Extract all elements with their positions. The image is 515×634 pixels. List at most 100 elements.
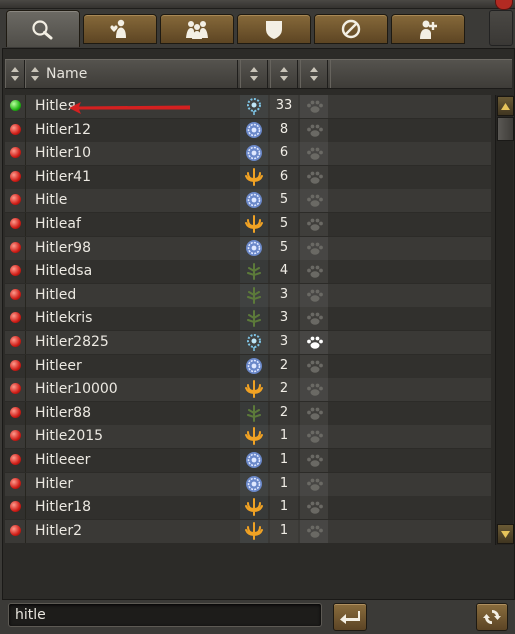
player-row[interactable]: Hitled 3 [5, 284, 491, 307]
friend-paw-icon [307, 147, 323, 160]
player-row[interactable]: Hitledsa 4 [5, 260, 491, 283]
scroll-thumb[interactable] [497, 117, 514, 141]
clan-trident-icon [245, 498, 263, 516]
sort-icon [280, 67, 288, 81]
player-row[interactable]: Hitleeer 1 [5, 449, 491, 472]
player-list: Hitleя 33 Hitler12 8 Hitler10 6 Hitler41 6 Hitle… [5, 95, 491, 545]
player-row[interactable]: Hitler18 1 [5, 496, 491, 519]
block-icon [341, 19, 361, 39]
scroll-up-button[interactable] [497, 96, 514, 116]
friend-paw-icon [307, 407, 323, 420]
player-name: Hitler18 [35, 499, 91, 515]
player-level: 2 [279, 381, 289, 396]
clan-round-icon [246, 192, 262, 208]
friend-paw-icon [307, 454, 323, 467]
status-offline-icon [10, 124, 21, 135]
enter-button[interactable] [333, 603, 367, 631]
magnifier-icon [32, 20, 53, 40]
clan-round-icon [246, 358, 262, 374]
player-name: Hitler98 [35, 240, 91, 256]
tab-bar [6, 10, 486, 48]
tab-add[interactable] [391, 14, 465, 44]
refresh-button[interactable] [476, 603, 508, 631]
player-row[interactable]: Hitlekris 3 [5, 307, 491, 330]
player-row[interactable]: Hitler10 6 [5, 142, 491, 165]
player-name: Hitleaf [35, 216, 81, 232]
window-title-strip [0, 0, 515, 9]
player-level: 6 [279, 169, 289, 184]
scroll-down-button[interactable] [497, 524, 514, 544]
player-name: Hitle [35, 192, 68, 208]
side-handle[interactable] [489, 10, 513, 46]
player-name: Hitler [35, 476, 74, 492]
status-offline-icon [10, 430, 21, 441]
player-row[interactable]: Hitler12 8 [5, 119, 491, 142]
clan-trident-icon [245, 427, 263, 445]
clan-round-icon [246, 476, 262, 492]
tab-search[interactable] [6, 10, 80, 47]
status-offline-icon [10, 265, 21, 276]
column-name-label: Name [46, 66, 88, 82]
status-offline-icon [10, 383, 21, 394]
friend-paw-icon [307, 525, 323, 538]
status-offline-icon [10, 360, 21, 371]
tab-group[interactable] [160, 14, 234, 44]
player-name: Hitleeer [35, 452, 91, 468]
column-header-friend[interactable] [300, 60, 328, 88]
player-level: 5 [279, 216, 289, 231]
player-level: 4 [279, 263, 289, 278]
player-level: 33 [275, 98, 293, 113]
player-row[interactable]: Hitle2015 1 [5, 425, 491, 448]
clan-flower-icon [247, 98, 261, 115]
clan-flower-icon [247, 334, 261, 351]
status-offline-icon [10, 312, 21, 323]
player-row[interactable]: Hitler98 5 [5, 237, 491, 260]
player-level: 3 [279, 287, 289, 302]
player-row[interactable]: Hitler41 6 [5, 166, 491, 189]
tab-ignore[interactable] [314, 14, 388, 44]
friend-paw-icon [307, 312, 323, 325]
player-level: 1 [279, 452, 289, 467]
status-online-icon [10, 100, 21, 111]
player-row[interactable]: Hitler2825 3 [5, 331, 491, 354]
player-name: Hitleer [35, 358, 82, 374]
player-level: 5 [279, 240, 289, 255]
player-row[interactable]: Hitler10000 2 [5, 378, 491, 401]
scrollbar[interactable] [495, 95, 514, 545]
friend-paw-active-icon [307, 336, 323, 349]
search-input[interactable] [8, 603, 322, 627]
clan-trident-icon [245, 168, 263, 186]
clan-round-icon [246, 145, 262, 161]
column-header-clan[interactable] [240, 60, 268, 88]
friend-paw-icon [307, 501, 323, 514]
sort-icon [310, 67, 318, 81]
status-offline-icon [10, 501, 21, 512]
player-name: Hitler2825 [35, 334, 109, 350]
player-level: 5 [279, 192, 289, 207]
friend-paw-icon [307, 430, 323, 443]
player-name: Hitler10 [35, 145, 91, 161]
tab-clan[interactable] [237, 14, 311, 44]
status-offline-icon [10, 218, 21, 229]
player-row[interactable]: Hitler 1 [5, 473, 491, 496]
player-row[interactable]: Hitler2 1 [5, 520, 491, 543]
column-header-empty [330, 60, 512, 88]
player-name: Hitler2 [35, 523, 83, 539]
player-row[interactable]: Hitleaf 5 [5, 213, 491, 236]
player-row[interactable]: Hitleer 2 [5, 355, 491, 378]
sort-status-button[interactable] [5, 60, 25, 88]
player-level: 3 [279, 310, 289, 325]
sort-icon [250, 67, 258, 81]
player-row[interactable]: Hitle 5 [5, 189, 491, 212]
status-offline-icon [10, 194, 21, 205]
column-header-name[interactable]: Name [25, 60, 238, 88]
player-row[interactable]: Hitler88 2 [5, 402, 491, 425]
friend-paw-icon [307, 218, 323, 231]
tab-friend[interactable] [83, 14, 157, 44]
player-level: 8 [279, 122, 289, 137]
column-header-level[interactable] [270, 60, 298, 88]
friend-paw-icon [307, 100, 323, 113]
friend-paw-icon [307, 383, 323, 396]
friend-paw-icon [307, 124, 323, 137]
player-name: Hitler10000 [35, 381, 118, 397]
